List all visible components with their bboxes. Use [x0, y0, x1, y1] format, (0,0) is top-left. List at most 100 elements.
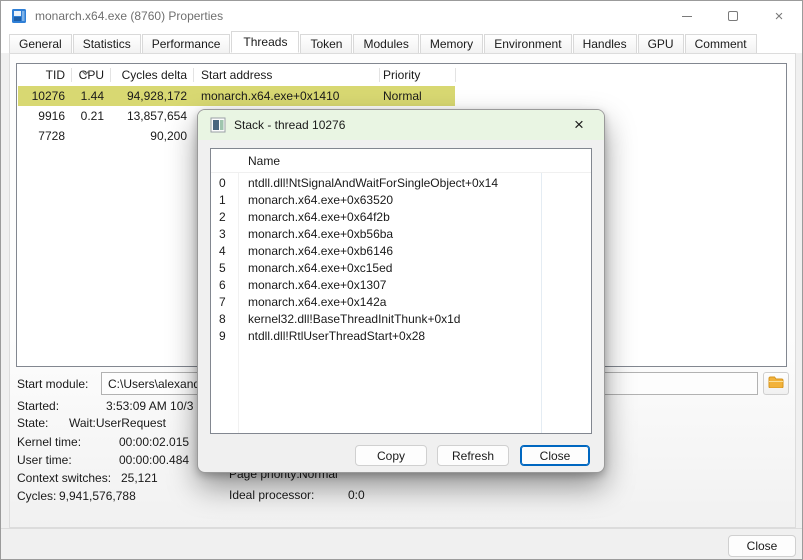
close-icon: ×	[574, 115, 584, 135]
table-row[interactable]: 10276 1.44 94,928,172 monarch.x64.exe+0x…	[17, 86, 786, 106]
window-title: monarch.x64.exe (8760) Properties	[35, 9, 223, 23]
copy-button[interactable]: Copy	[355, 445, 427, 466]
header-separator	[193, 68, 194, 82]
cell-cpu: 1.44	[71, 86, 110, 106]
frame-name: ntdll.dll!RtlUserThreadStart+0x28	[248, 328, 425, 345]
start-module-label: Start module:	[17, 377, 88, 391]
frame-name: monarch.x64.exe+0x142a	[248, 294, 386, 311]
frame-index: 9	[219, 328, 226, 345]
stack-close-button[interactable]: Close	[520, 445, 590, 466]
frame-index: 1	[219, 192, 226, 209]
cell-cycles-delta: 13,857,654	[110, 106, 193, 126]
frame-index: 0	[219, 175, 226, 192]
stack-dialog-titlebar: Stack - thread 10276 ×	[198, 110, 604, 140]
tab-token[interactable]: Token	[300, 34, 352, 53]
stack-dialog-app-icon	[210, 117, 226, 133]
header-separator	[455, 68, 456, 82]
list-item[interactable]: 2 monarch.x64.exe+0x64f2b	[211, 209, 591, 226]
maximize-button[interactable]	[710, 1, 756, 31]
tab-performance[interactable]: Performance	[142, 34, 231, 53]
header-separator	[71, 68, 72, 82]
tab-threads[interactable]: Threads	[231, 31, 299, 53]
frame-index: 6	[219, 277, 226, 294]
refresh-button[interactable]: Refresh	[437, 445, 509, 466]
cycles-label: Cycles:	[17, 489, 56, 503]
cell-tid: 9916	[18, 106, 71, 126]
threads-table-header: TID CPU Cycles delta Start address Prior…	[17, 64, 786, 86]
cell-cycles-delta: 90,200	[110, 126, 193, 146]
list-item[interactable]: 6monarch.x64.exe+0x1307	[211, 277, 591, 294]
close-button[interactable]: Close	[728, 535, 796, 557]
minimize-icon	[682, 16, 692, 17]
frame-index: 4	[219, 243, 226, 260]
kernel-time-label: Kernel time:	[17, 435, 81, 449]
list-item[interactable]: 0ntdll.dll!NtSignalAndWaitForSingleObjec…	[211, 175, 591, 192]
ideal-processor-value: 0:0	[348, 488, 365, 502]
cell-cycles-delta: 94,928,172	[110, 86, 193, 106]
state-label: State:	[17, 416, 48, 430]
list-item[interactable]: 3 monarch.x64.exe+0xb56ba	[211, 226, 591, 243]
browse-start-module-button[interactable]	[763, 372, 789, 395]
stack-frame-rows: 0ntdll.dll!NtSignalAndWaitForSingleObjec…	[211, 175, 591, 345]
sort-descending-icon	[81, 65, 90, 71]
column-header-cycles-delta[interactable]: Cycles delta	[110, 64, 193, 86]
user-time-label: User time:	[17, 453, 72, 467]
column-header-cpu[interactable]: CPU	[71, 64, 110, 86]
close-icon: ×	[775, 9, 784, 24]
frame-name: monarch.x64.exe+0x63520	[248, 192, 393, 209]
frame-name: kernel32.dll!BaseThreadInitThunk+0x1d	[248, 311, 460, 328]
folder-icon	[768, 376, 784, 391]
tab-comment[interactable]: Comment	[685, 34, 757, 53]
stack-dialog-title: Stack - thread 10276	[234, 118, 345, 132]
ideal-processor-label: Ideal processor:	[229, 488, 314, 502]
tab-bar: General Statistics Performance Threads T…	[1, 31, 802, 53]
context-switches-label: Context switches:	[17, 471, 111, 485]
state-value: Wait:UserRequest	[69, 416, 166, 430]
frame-name: monarch.x64.exe+0xb6146	[248, 243, 393, 260]
cell-priority: Normal	[379, 86, 455, 106]
list-item[interactable]: 7 monarch.x64.exe+0x142a	[211, 294, 591, 311]
kernel-time-value: 00:00:02.015	[119, 435, 189, 449]
frame-index: 3	[219, 226, 226, 243]
minimize-button[interactable]	[664, 1, 710, 31]
list-item[interactable]: 4 monarch.x64.exe+0xb6146	[211, 243, 591, 260]
header-separator	[110, 68, 111, 82]
list-item[interactable]: 1 monarch.x64.exe+0x63520	[211, 192, 591, 209]
tab-environment[interactable]: Environment	[484, 34, 571, 53]
stack-dialog-close-button[interactable]: ×	[562, 110, 596, 140]
tab-gpu[interactable]: GPU	[638, 34, 684, 53]
started-value: 3:53:09 AM 10/3	[106, 399, 193, 413]
tab-general[interactable]: General	[9, 34, 72, 53]
tab-modules[interactable]: Modules	[353, 34, 418, 53]
frame-name: monarch.x64.exe+0xb56ba	[248, 226, 393, 243]
frame-index: 5	[219, 260, 226, 277]
stack-list-header: Name	[211, 149, 591, 173]
frame-index: 2	[219, 209, 226, 226]
list-item[interactable]: 9 ntdll.dll!RtlUserThreadStart+0x28	[211, 328, 591, 345]
frame-index: 7	[219, 294, 226, 311]
header-separator	[379, 68, 380, 82]
list-item[interactable]: 8kernel32.dll!BaseThreadInitThunk+0x1d	[211, 311, 591, 328]
cycles-value: 9,941,576,788	[59, 489, 136, 503]
tab-memory[interactable]: Memory	[420, 34, 483, 53]
app-icon	[11, 8, 27, 24]
tab-statistics[interactable]: Statistics	[73, 34, 141, 53]
close-window-button[interactable]: ×	[756, 1, 802, 31]
column-header-priority[interactable]: Priority	[383, 64, 420, 86]
stack-dialog: Stack - thread 10276 × Name 0ntdll.dll!N…	[197, 109, 605, 473]
cell-tid: 7728	[18, 126, 71, 146]
column-header-tid[interactable]: TID	[18, 64, 71, 86]
list-item[interactable]: 5monarch.x64.exe+0xc15ed	[211, 260, 591, 277]
stack-frames-list: Name 0ntdll.dll!NtSignalAndWaitForSingle…	[210, 148, 592, 434]
cell-start-address: monarch.x64.exe+0x1410	[193, 86, 379, 106]
column-header-name[interactable]: Name	[248, 149, 280, 173]
footer-bar	[1, 528, 802, 560]
frame-name: monarch.x64.exe+0x64f2b	[248, 209, 390, 226]
cell-cpu: 0.21	[71, 106, 110, 126]
started-row: Started: 3:53:09 AM 10/3	[17, 399, 196, 414]
started-label: Started:	[17, 399, 59, 413]
column-header-start-address[interactable]: Start address	[201, 64, 272, 86]
tab-handles[interactable]: Handles	[573, 34, 637, 53]
maximize-icon	[728, 11, 738, 21]
titlebar: monarch.x64.exe (8760) Properties ×	[1, 1, 802, 31]
